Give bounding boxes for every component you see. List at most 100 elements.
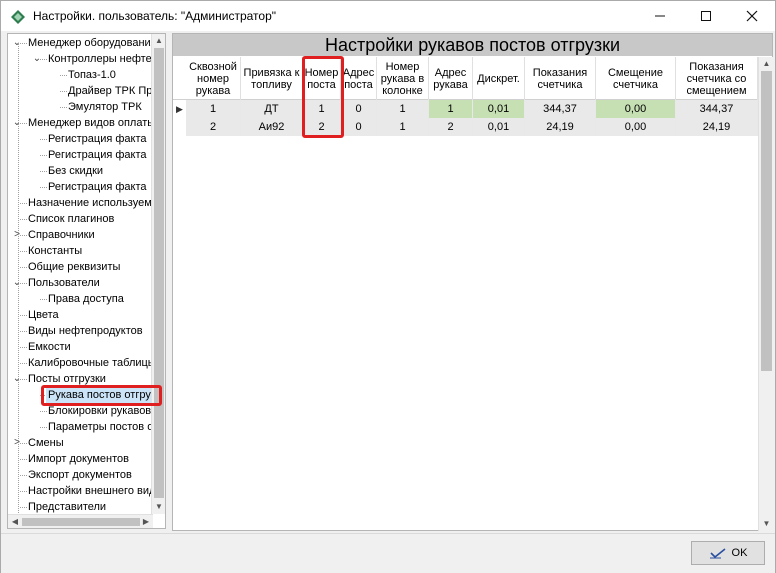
table-cell[interactable]: 1 (186, 100, 241, 118)
grid-scroll-up-icon[interactable]: ▲ (759, 57, 774, 71)
column-header[interactable]: Смещение счетчика (596, 57, 676, 100)
table-row[interactable]: 2 Аи92 2 0 1 2 0,01 24,19 0,00 24,19 (173, 118, 758, 136)
tree-item[interactable]: Экспорт документов (28, 467, 132, 483)
current-row-indicator: ▶ (176, 104, 183, 114)
tree-connector (60, 75, 67, 76)
table-cell[interactable]: 24,19 (525, 118, 596, 136)
tree-item[interactable]: Калибровочные таблицы (28, 355, 156, 371)
table-cell[interactable]: Аи92 (241, 118, 303, 136)
tree-connector (40, 171, 47, 172)
table-cell[interactable]: 1 (377, 118, 429, 136)
tree-item[interactable]: Права доступа (48, 291, 124, 307)
minimize-button[interactable] (637, 1, 683, 31)
app-icon (11, 10, 25, 24)
tree-connector (20, 315, 27, 316)
tree-item[interactable]: Смены (28, 435, 64, 451)
table-cell[interactable]: 24,19 (676, 118, 758, 136)
tree-item[interactable]: Назначение используемых (28, 195, 165, 211)
check-pencil-icon (709, 548, 726, 559)
table-cell[interactable]: 1 (429, 100, 473, 118)
tree-item[interactable]: Емкости (28, 339, 71, 355)
tree-item[interactable]: Настройки внешнего вида (28, 483, 162, 499)
tree-item[interactable]: Контроллеры нефтепродуктов (48, 51, 165, 67)
table-cell[interactable]: 0,01 (473, 118, 525, 136)
scroll-down-icon[interactable]: ▼ (152, 500, 165, 514)
tree-item[interactable]: Справочники (28, 227, 95, 243)
grid-vertical-scrollbar[interactable]: ▲ ▼ (758, 57, 773, 531)
tree-item[interactable]: Рукава постов отгрузки (46, 387, 165, 403)
tree-item[interactable]: Менеджер видов оплаты (28, 115, 155, 131)
current-row-indicator (173, 118, 186, 136)
tree-item[interactable]: Топаз-1.0 (68, 67, 116, 83)
scroll-up-icon[interactable]: ▲ (152, 34, 165, 48)
table-cell[interactable]: 344,37 (525, 100, 596, 118)
button-bar (1, 533, 775, 573)
tree-item[interactable]: Представители (28, 499, 106, 515)
table-cell[interactable]: 2 (303, 118, 341, 136)
tree-connector (40, 139, 47, 140)
tree-vertical-scrollbar[interactable]: ▲ ▼ (151, 34, 165, 514)
minimize-icon (655, 15, 665, 17)
grid-header: Сквозной номер рукава Привязка к топливу Н… (173, 57, 758, 100)
tree-item[interactable]: Список плагинов (28, 211, 114, 227)
tree-scroll-thumb[interactable] (154, 48, 164, 498)
column-header[interactable]: Показания счетчика (525, 57, 596, 100)
tree-item[interactable]: Менеджер оборудования (28, 35, 157, 51)
tree-hscroll-thumb[interactable] (22, 518, 140, 526)
close-button[interactable] (729, 1, 775, 31)
table-cell[interactable]: 0 (341, 100, 377, 118)
table-cell[interactable]: 0 (341, 118, 377, 136)
column-header[interactable]: Адрес рукава (429, 57, 473, 100)
ok-button[interactable]: OK (691, 541, 765, 565)
tree-connector (20, 43, 27, 44)
tree-item[interactable]: Параметры постов отгрузки (48, 419, 165, 435)
tree-connector (20, 491, 27, 492)
grid-scroll-down-icon[interactable]: ▼ (759, 517, 774, 531)
table-cell[interactable]: 1 (377, 100, 429, 118)
tree-guide-line (18, 43, 19, 513)
title-bar[interactable]: Настройки. пользователь: "Администратор" (1, 1, 775, 31)
column-header[interactable]: Адрес поста (341, 57, 377, 100)
table-cell[interactable]: 1 (303, 100, 341, 118)
tree-connector (60, 91, 67, 92)
table-cell[interactable]: 0,00 (596, 118, 676, 136)
table-cell[interactable]: 0,01 (473, 100, 525, 118)
tree-connector (20, 363, 27, 364)
table-row[interactable]: ▶ 1 ДТ 1 0 1 1 0,01 344,37 0,00 344,37 (173, 100, 758, 118)
column-header[interactable]: Показания счетчика со смещением (676, 57, 758, 100)
tree-item[interactable]: Посты отгрузки (28, 371, 106, 387)
grid-scroll-thumb[interactable] (761, 71, 772, 371)
tree-connector (20, 235, 27, 236)
column-header[interactable]: Номер рукава в колонке (377, 57, 429, 100)
tree-item[interactable]: Блокировки рукавов (48, 403, 151, 419)
maximize-button[interactable] (683, 1, 729, 31)
column-header[interactable]: Привязка к топливу (241, 57, 303, 100)
tree-item[interactable]: Виды нефтепродуктов (28, 323, 143, 339)
table-cell[interactable]: ДТ (241, 100, 303, 118)
table-cell[interactable]: 2 (429, 118, 473, 136)
column-header[interactable]: Сквозной номер рукава (186, 57, 241, 100)
scroll-right-icon[interactable]: ▶ (139, 515, 153, 528)
tree-item[interactable]: Общие реквизиты (28, 259, 120, 275)
settings-tree[interactable]: ⌄ Менеджер оборудования ⌄ Контроллеры нефте… (7, 33, 166, 529)
table-cell[interactable]: 344,37 (676, 100, 758, 118)
tree-connector (40, 155, 47, 156)
tree-item[interactable]: Пользователи (28, 275, 100, 291)
tree-horizontal-scrollbar[interactable]: ◀ ▶ (8, 514, 153, 528)
tree-item[interactable]: Эмулятор ТРК (68, 99, 142, 115)
tree-item[interactable]: Импорт документов (28, 451, 129, 467)
tree-item[interactable]: Без скидки (48, 163, 103, 179)
column-header[interactable]: Дискрет. (473, 57, 525, 100)
tree-item[interactable]: Регистрация факта (48, 147, 147, 163)
tree-item[interactable]: Константы (28, 243, 82, 259)
table-cell[interactable]: 0,00 (596, 100, 676, 118)
window-title: Настройки. пользователь: "Администратор" (33, 9, 277, 23)
scroll-left-icon[interactable]: ◀ (8, 515, 22, 528)
tree-connector (20, 507, 27, 508)
tree-item[interactable]: Регистрация факта (48, 179, 147, 195)
tree-item[interactable]: Цвета (28, 307, 59, 323)
tree-item[interactable]: Регистрация факта (48, 131, 147, 147)
table-cell[interactable]: 2 (186, 118, 241, 136)
tree-item[interactable]: Драйвер ТРК Пр (68, 83, 152, 99)
column-header[interactable]: Номер поста (303, 57, 341, 100)
